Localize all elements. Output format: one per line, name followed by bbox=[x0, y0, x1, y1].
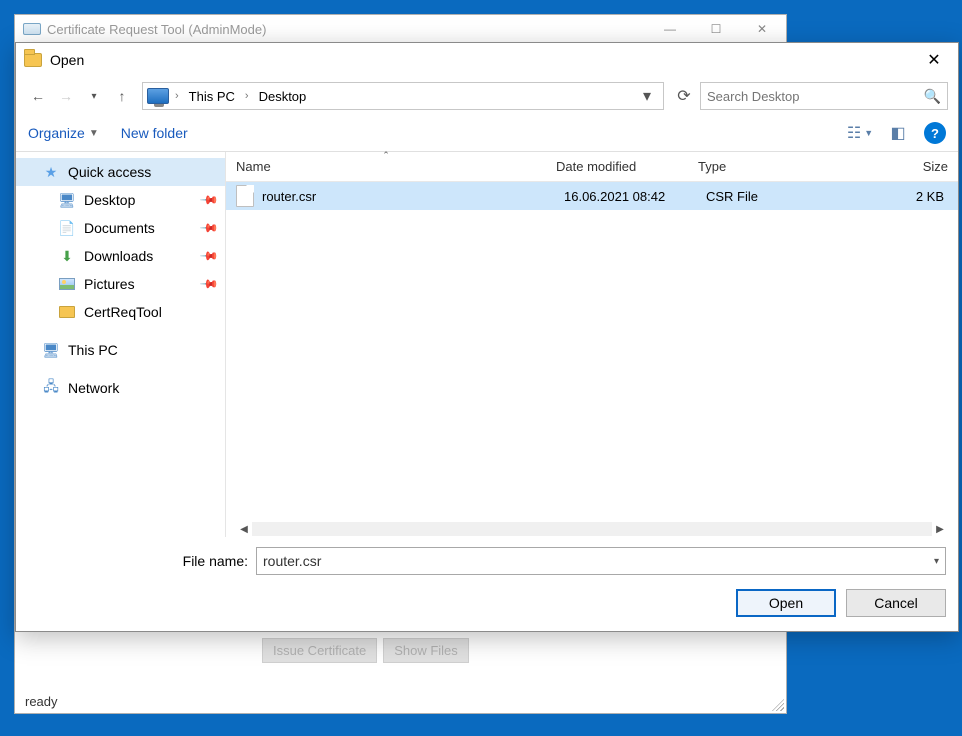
cancel-button[interactable]: Cancel bbox=[846, 589, 946, 617]
sidebar-item-desktop[interactable]: 🖥 Desktop 📌 bbox=[16, 186, 225, 214]
dialog-bottom: File name: ▾ Open Cancel bbox=[16, 537, 958, 631]
parent-body-buttons: Issue Certificate Show Files bbox=[262, 638, 469, 663]
sidebar-item-downloads[interactable]: ⬇ Downloads 📌 bbox=[16, 242, 225, 270]
parent-window-controls: — ☐ ✕ bbox=[647, 16, 785, 42]
desktop-icon: 🖥 bbox=[58, 191, 76, 209]
dialog-close-button[interactable]: ✕ bbox=[910, 43, 958, 77]
network-icon: 🖧 bbox=[42, 379, 60, 397]
column-date[interactable]: Date modified bbox=[546, 152, 688, 181]
breadcrumb-thispc[interactable]: This PC bbox=[185, 86, 239, 107]
status-bar: ready bbox=[15, 689, 786, 713]
issue-certificate-button: Issue Certificate bbox=[262, 638, 377, 663]
column-headers: Name ⌃ Date modified Type Size bbox=[226, 152, 958, 182]
dialog-titlebar[interactable]: Open ✕ bbox=[16, 43, 958, 77]
sidebar-item-quick-access[interactable]: ★ Quick access bbox=[16, 158, 225, 186]
open-dialog: Open ✕ ← → ▾ ↑ › This PC › Desktop ▾ ⟳ 🔍… bbox=[15, 42, 959, 632]
show-files-button: Show Files bbox=[383, 638, 469, 663]
scroll-right-icon[interactable]: ▶ bbox=[932, 521, 948, 537]
sidebar-item-network[interactable]: 🖧 Network bbox=[16, 374, 225, 402]
documents-icon: 📄 bbox=[58, 219, 76, 237]
chevron-down-icon: ▼ bbox=[89, 128, 99, 139]
sidebar-item-pictures[interactable]: Pictures 📌 bbox=[16, 270, 225, 298]
pin-icon: 📌 bbox=[199, 274, 219, 294]
recent-dropdown[interactable]: ▾ bbox=[82, 84, 106, 108]
view-controls: ☷ ▼ ◧ ? bbox=[848, 121, 946, 145]
nav-bar: ← → ▾ ↑ › This PC › Desktop ▾ ⟳ 🔍 bbox=[16, 77, 958, 115]
horizontal-scrollbar[interactable]: ◀ ▶ bbox=[236, 521, 948, 537]
file-row[interactable]: router.csr 16.06.2021 08:42 CSR File 2 K… bbox=[226, 182, 958, 210]
column-size[interactable]: Size bbox=[838, 152, 958, 181]
up-button[interactable]: ↑ bbox=[110, 84, 134, 108]
app-icon bbox=[23, 23, 41, 35]
pin-icon: 📌 bbox=[199, 190, 219, 210]
sidebar-item-thispc[interactable]: 🖥 This PC bbox=[16, 336, 225, 364]
forward-button[interactable]: → bbox=[54, 84, 78, 108]
folder-icon bbox=[58, 303, 76, 321]
dialog-main: ★ Quick access 🖥 Desktop 📌 📄 Documents 📌… bbox=[16, 151, 958, 537]
column-type[interactable]: Type bbox=[688, 152, 838, 181]
file-cell-size: 2 KB bbox=[846, 189, 958, 204]
preview-pane-button[interactable]: ◧ bbox=[886, 121, 910, 145]
parent-title: Certificate Request Tool (AdminMode) bbox=[47, 22, 266, 37]
file-cell-type: CSR File bbox=[696, 189, 846, 204]
scroll-track[interactable] bbox=[252, 522, 932, 536]
file-icon bbox=[236, 185, 254, 207]
filename-row: File name: ▾ bbox=[28, 547, 946, 575]
pin-icon: 📌 bbox=[199, 246, 219, 266]
file-list: Name ⌃ Date modified Type Size router.cs… bbox=[226, 152, 958, 537]
new-folder-button[interactable]: New folder bbox=[121, 125, 188, 141]
filename-combo[interactable]: ▾ bbox=[256, 547, 946, 575]
help-button[interactable]: ? bbox=[924, 122, 946, 144]
address-bar[interactable]: › This PC › Desktop ▾ bbox=[142, 82, 664, 110]
dialog-buttons: Open Cancel bbox=[28, 589, 946, 617]
chevron-down-icon: ▼ bbox=[864, 128, 873, 138]
toolbar: Organize▼ New folder ☷ ▼ ◧ ? bbox=[16, 115, 958, 151]
search-icon[interactable]: 🔍 bbox=[924, 88, 941, 105]
chevron-right-icon[interactable]: › bbox=[173, 90, 181, 102]
search-box[interactable]: 🔍 bbox=[700, 82, 948, 110]
dialog-title: Open bbox=[50, 52, 84, 68]
open-button[interactable]: Open bbox=[736, 589, 836, 617]
scroll-left-icon[interactable]: ◀ bbox=[236, 521, 252, 537]
back-button[interactable]: ← bbox=[26, 84, 50, 108]
status-text: ready bbox=[25, 694, 58, 709]
thispc-icon bbox=[147, 88, 169, 104]
sort-indicator-icon: ⌃ bbox=[226, 150, 546, 161]
filename-label: File name: bbox=[28, 553, 248, 569]
file-cell-date: 16.06.2021 08:42 bbox=[554, 189, 696, 204]
close-button[interactable]: ✕ bbox=[739, 16, 785, 42]
file-cell-name: router.csr bbox=[262, 189, 554, 204]
breadcrumb-desktop[interactable]: Desktop bbox=[255, 86, 311, 107]
search-input[interactable] bbox=[707, 89, 924, 104]
refresh-button[interactable]: ⟳ bbox=[672, 83, 696, 109]
minimize-button[interactable]: — bbox=[647, 16, 693, 42]
maximize-button[interactable]: ☐ bbox=[693, 16, 739, 42]
filename-input[interactable] bbox=[263, 553, 928, 569]
thispc-icon: 🖥 bbox=[42, 341, 60, 359]
sidebar-item-documents[interactable]: 📄 Documents 📌 bbox=[16, 214, 225, 242]
organize-button[interactable]: Organize▼ bbox=[28, 125, 99, 141]
downloads-icon: ⬇ bbox=[58, 247, 76, 265]
column-name[interactable]: Name ⌃ bbox=[226, 152, 546, 181]
chevron-down-icon[interactable]: ▾ bbox=[928, 556, 939, 567]
pictures-icon bbox=[58, 275, 76, 293]
address-dropdown[interactable]: ▾ bbox=[635, 83, 659, 109]
sidebar: ★ Quick access 🖥 Desktop 📌 📄 Documents 📌… bbox=[16, 152, 226, 537]
star-icon: ★ bbox=[42, 163, 60, 181]
chevron-right-icon[interactable]: › bbox=[243, 90, 251, 102]
folder-icon bbox=[24, 53, 42, 67]
pin-icon: 📌 bbox=[199, 218, 219, 238]
sidebar-item-certreqtool[interactable]: CertReqTool bbox=[16, 298, 225, 326]
view-mode-button[interactable]: ☷ ▼ bbox=[848, 121, 872, 145]
